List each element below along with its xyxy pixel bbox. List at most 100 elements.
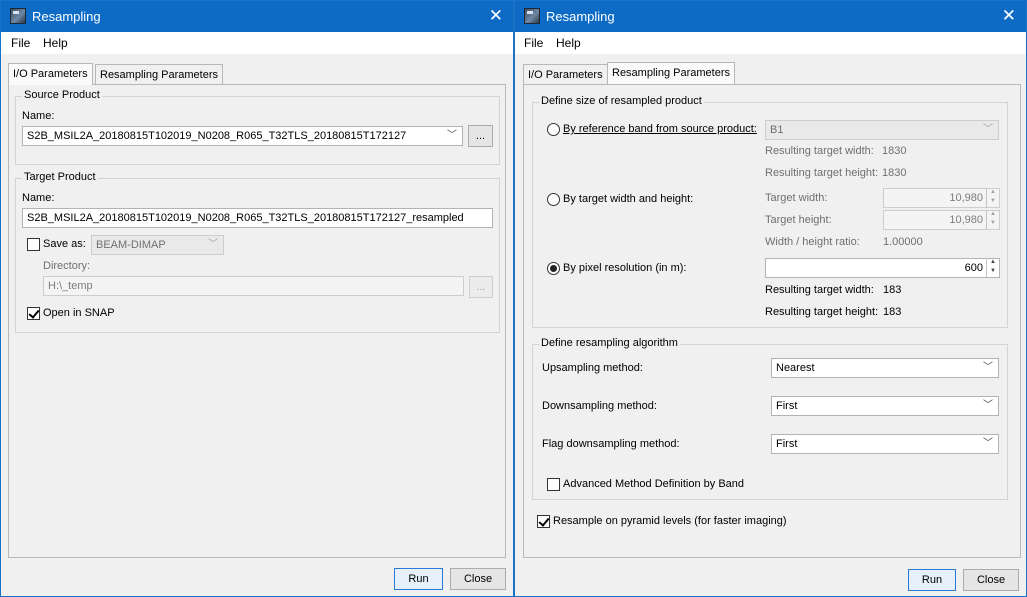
define-size-group: Define size of resampled product By refe… xyxy=(532,95,1008,328)
spinner-up-icon[interactable]: ▲ xyxy=(987,258,999,267)
spinner-down-icon[interactable]: ▼ xyxy=(987,197,999,206)
close-window-icon[interactable]: ✕ xyxy=(1002,6,1016,26)
downsampling-select[interactable]: First ﹀ xyxy=(771,396,999,416)
source-product-select[interactable]: S2B_MSIL2A_20180815T102019_N0208_R065_T3… xyxy=(22,126,463,146)
by-reference-band-radio[interactable] xyxy=(547,123,560,136)
spinner-down-icon[interactable]: ▼ xyxy=(987,219,999,228)
target-product-group: Target Product Name: S2B_MSIL2A_20180815… xyxy=(15,171,500,333)
define-algorithm-group: Define resampling algorithm Upsampling m… xyxy=(532,337,1008,500)
target-name-input[interactable]: S2B_MSIL2A_20180815T102019_N0208_R065_T3… xyxy=(22,208,493,228)
resolution-result-height-label: Resulting target height: xyxy=(765,306,879,318)
pixel-resolution-input[interactable]: 600 xyxy=(765,258,1000,278)
tab-io-parameters[interactable]: I/O Parameters xyxy=(8,63,93,85)
close-window-icon[interactable]: ✕ xyxy=(489,6,503,26)
spinner-up-icon[interactable]: ▲ xyxy=(987,188,999,197)
menu-help[interactable]: Help xyxy=(556,36,581,50)
source-product-value: S2B_MSIL2A_20180815T102019_N0208_R065_T3… xyxy=(27,130,407,142)
reference-result-width-value: 1830 xyxy=(882,145,907,157)
reference-band-select[interactable]: B1 ﹀ xyxy=(765,120,999,140)
pyramid-levels-label: Resample on pyramid levels (for faster i… xyxy=(553,515,787,527)
run-button[interactable]: Run xyxy=(394,568,443,590)
menu-help[interactable]: Help xyxy=(43,36,68,50)
upsampling-value: Nearest xyxy=(776,362,815,374)
upsampling-select[interactable]: Nearest ﹀ xyxy=(771,358,999,378)
target-height-spinner[interactable]: ▲ ▼ xyxy=(986,210,999,230)
width-height-ratio-value: 1.00000 xyxy=(883,236,923,248)
resampling-window-io: Resampling ✕ File Help I/O Parameters Re… xyxy=(0,0,514,597)
by-width-height-radio[interactable] xyxy=(547,193,560,206)
save-as-checkbox[interactable] xyxy=(27,238,40,251)
chevron-down-icon: ﹀ xyxy=(983,362,993,373)
save-format-value: BEAM-DIMAP xyxy=(96,239,166,251)
resampling-parameters-panel: Define size of resampled product By refe… xyxy=(523,84,1021,558)
title-bar: Resampling ✕ xyxy=(1,1,513,32)
upsampling-label: Upsampling method: xyxy=(542,362,643,374)
by-width-height-label: By target width and height: xyxy=(563,193,694,205)
reference-result-height-label: Resulting target height: xyxy=(765,167,879,179)
snap-app-icon xyxy=(10,8,26,24)
target-name-label: Name: xyxy=(22,192,55,204)
target-product-legend: Target Product xyxy=(22,171,98,183)
chevron-down-icon: ﹀ xyxy=(983,400,993,411)
flag-downsampling-label: Flag downsampling method: xyxy=(542,438,680,450)
downsampling-label: Downsampling method: xyxy=(542,400,657,412)
menu-bar: File Help xyxy=(1,32,513,54)
run-button[interactable]: Run xyxy=(908,569,956,591)
target-height-label: Target height: xyxy=(765,214,832,226)
define-size-legend: Define size of resampled product xyxy=(539,95,704,107)
save-as-label: Save as: xyxy=(43,238,86,250)
target-width-label: Target width: xyxy=(765,192,828,204)
spinner-up-icon[interactable]: ▲ xyxy=(987,210,999,219)
source-product-group: Source Product Name: S2B_MSIL2A_20180815… xyxy=(15,89,500,165)
pyramid-levels-checkbox[interactable] xyxy=(537,515,550,528)
flag-downsampling-value: First xyxy=(776,438,798,450)
resolution-result-height-value: 183 xyxy=(883,306,902,318)
advanced-method-label: Advanced Method Definition by Band xyxy=(563,478,745,490)
title-bar: Resampling ✕ xyxy=(515,1,1026,32)
by-reference-band-label: By reference band from source product: xyxy=(563,123,757,135)
close-button[interactable]: Close xyxy=(450,568,506,590)
menu-file[interactable]: File xyxy=(524,36,543,50)
source-browse-button[interactable]: ... xyxy=(468,125,493,147)
source-name-label: Name: xyxy=(22,110,55,122)
chevron-down-icon: ﹀ xyxy=(447,130,457,141)
io-parameters-panel: Source Product Name: S2B_MSIL2A_20180815… xyxy=(8,84,506,558)
target-height-input[interactable]: 10,980 xyxy=(883,210,1000,230)
open-in-snap-checkbox[interactable] xyxy=(27,307,40,320)
target-width-spinner[interactable]: ▲ ▼ xyxy=(986,188,999,208)
reference-result-width-label: Resulting target width: xyxy=(765,145,874,157)
by-pixel-resolution-label: By pixel resolution (in m): xyxy=(563,262,687,274)
source-product-legend: Source Product xyxy=(22,89,102,101)
save-format-select[interactable]: BEAM-DIMAP ﹀ xyxy=(91,235,224,255)
resolution-result-width-label: Resulting target width: xyxy=(765,284,874,296)
directory-browse-button[interactable]: ... xyxy=(469,276,493,298)
directory-label: Directory: xyxy=(43,260,91,272)
flag-downsampling-select[interactable]: First ﹀ xyxy=(771,434,999,454)
window-title: Resampling xyxy=(546,9,615,24)
pixel-resolution-spinner[interactable]: ▲ ▼ xyxy=(986,258,999,278)
resolution-result-width-value: 183 xyxy=(883,284,902,296)
downsampling-value: First xyxy=(776,400,798,412)
by-pixel-resolution-radio[interactable] xyxy=(547,262,560,275)
spinner-down-icon[interactable]: ▼ xyxy=(987,267,999,276)
resampling-window-parameters: Resampling ✕ File Help I/O Parameters Re… xyxy=(514,0,1027,597)
reference-band-value: B1 xyxy=(770,124,784,136)
chevron-down-icon: ﹀ xyxy=(208,239,218,250)
chevron-down-icon: ﹀ xyxy=(983,438,993,449)
tab-resampling-parameters[interactable]: Resampling Parameters xyxy=(607,62,735,84)
snap-app-icon xyxy=(524,8,540,24)
open-in-snap-label: Open in SNAP xyxy=(43,307,115,319)
directory-input[interactable]: H:\_temp xyxy=(43,276,464,296)
width-height-ratio-label: Width / height ratio: xyxy=(765,236,860,248)
target-width-input[interactable]: 10,980 xyxy=(883,188,1000,208)
chevron-down-icon: ﹀ xyxy=(983,124,993,135)
menu-file[interactable]: File xyxy=(11,36,30,50)
close-button[interactable]: Close xyxy=(963,569,1019,591)
tab-resampling-parameters[interactable]: Resampling Parameters xyxy=(95,64,223,85)
advanced-method-checkbox[interactable] xyxy=(547,478,560,491)
reference-result-height-value: 1830 xyxy=(882,167,907,179)
define-algorithm-legend: Define resampling algorithm xyxy=(539,337,680,349)
menu-bar: File Help xyxy=(515,32,1026,54)
tab-io-parameters[interactable]: I/O Parameters xyxy=(523,64,608,85)
window-title: Resampling xyxy=(32,9,101,24)
